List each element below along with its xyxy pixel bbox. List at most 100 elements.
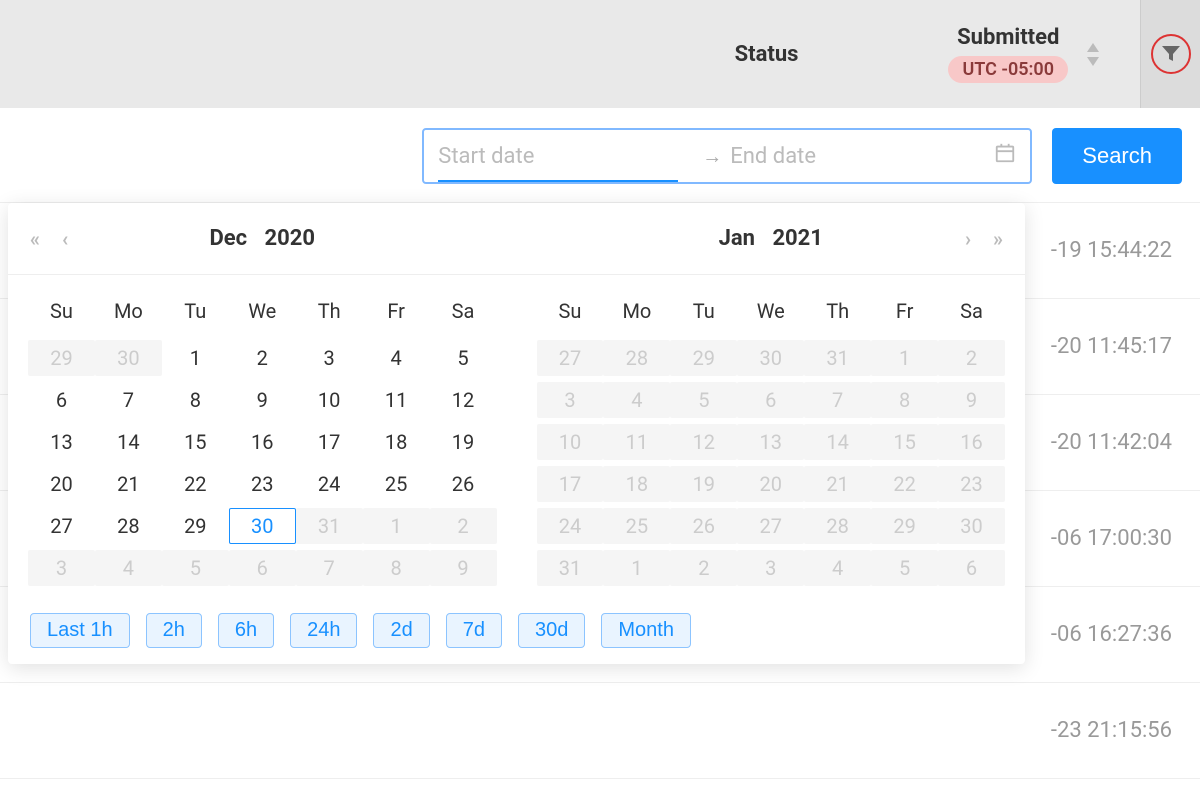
calendar-day[interactable]: 11 — [603, 424, 670, 460]
calendar-day[interactable]: 6 — [938, 550, 1005, 586]
calendar-day[interactable]: 4 — [603, 382, 670, 418]
calendar-day[interactable]: 17 — [296, 424, 363, 460]
calendar-day[interactable]: 1 — [603, 550, 670, 586]
calendar-day[interactable]: 20 — [28, 466, 95, 502]
calendar-day[interactable]: 24 — [537, 508, 604, 544]
calendar-day[interactable]: 29 — [162, 508, 229, 544]
calendar-day[interactable]: 8 — [162, 382, 229, 418]
calendar-day[interactable]: 3 — [537, 382, 604, 418]
calendar-day[interactable]: 8 — [871, 382, 938, 418]
calendar-day[interactable]: 5 — [670, 382, 737, 418]
calendar-day[interactable]: 2 — [229, 340, 296, 376]
calendar-day[interactable]: 3 — [296, 340, 363, 376]
calendar-day[interactable]: 16 — [229, 424, 296, 460]
calendar-day[interactable]: 29 — [670, 340, 737, 376]
preset-button[interactable]: Month — [601, 613, 691, 648]
calendar-day[interactable]: 12 — [430, 382, 497, 418]
calendar-day[interactable]: 31 — [537, 550, 604, 586]
calendar-day[interactable]: 25 — [603, 508, 670, 544]
left-year-label[interactable]: 2020 — [265, 226, 316, 251]
calendar-day[interactable]: 27 — [537, 340, 604, 376]
preset-button[interactable]: 2d — [373, 613, 429, 648]
date-range-input[interactable]: Start date → End date — [422, 128, 1032, 184]
calendar-day[interactable]: 6 — [28, 382, 95, 418]
calendar-day[interactable]: 14 — [804, 424, 871, 460]
calendar-day[interactable]: 27 — [28, 508, 95, 544]
calendar-day[interactable]: 27 — [737, 508, 804, 544]
preset-button[interactable]: 7d — [446, 613, 502, 648]
calendar-day[interactable]: 6 — [737, 382, 804, 418]
status-column-header[interactable]: Status — [735, 42, 799, 67]
preset-button[interactable]: Last 1h — [30, 613, 130, 648]
prev-month-button[interactable]: ‹ — [56, 227, 74, 251]
calendar-day[interactable]: 29 — [28, 340, 95, 376]
calendar-day[interactable]: 23 — [938, 466, 1005, 502]
calendar-day[interactable]: 7 — [804, 382, 871, 418]
calendar-day[interactable]: 4 — [363, 340, 430, 376]
calendar-day[interactable]: 9 — [229, 382, 296, 418]
next-year-button[interactable]: » — [987, 227, 1009, 251]
calendar-day[interactable]: 11 — [363, 382, 430, 418]
next-month-button[interactable]: › — [959, 227, 977, 251]
calendar-day[interactable]: 30 — [938, 508, 1005, 544]
calendar-day[interactable]: 19 — [670, 466, 737, 502]
calendar-day[interactable]: 18 — [363, 424, 430, 460]
calendar-day[interactable]: 21 — [95, 466, 162, 502]
calendar-day[interactable]: 31 — [296, 508, 363, 544]
left-month-label[interactable]: Dec — [209, 226, 247, 251]
calendar-day[interactable]: 10 — [296, 382, 363, 418]
calendar-day[interactable]: 13 — [28, 424, 95, 460]
calendar-day[interactable]: 2 — [670, 550, 737, 586]
preset-button[interactable]: 30d — [518, 613, 585, 648]
calendar-day[interactable]: 5 — [430, 340, 497, 376]
sort-icon[interactable] — [1086, 43, 1100, 66]
calendar-day[interactable]: 2 — [938, 340, 1005, 376]
calendar-day[interactable]: 30 — [737, 340, 804, 376]
calendar-day[interactable]: 4 — [95, 550, 162, 586]
calendar-day[interactable]: 15 — [162, 424, 229, 460]
calendar-day[interactable]: 30 — [229, 508, 296, 544]
calendar-day[interactable]: 28 — [603, 340, 670, 376]
calendar-day[interactable]: 9 — [430, 550, 497, 586]
calendar-day[interactable]: 25 — [363, 466, 430, 502]
calendar-day[interactable]: 7 — [95, 382, 162, 418]
right-month-label[interactable]: Jan — [719, 226, 755, 251]
calendar-day[interactable]: 8 — [363, 550, 430, 586]
right-year-label[interactable]: 2021 — [772, 226, 823, 251]
calendar-day[interactable]: 22 — [162, 466, 229, 502]
calendar-day[interactable]: 28 — [804, 508, 871, 544]
preset-button[interactable]: 24h — [290, 613, 357, 648]
calendar-day[interactable]: 1 — [162, 340, 229, 376]
calendar-day[interactable]: 9 — [938, 382, 1005, 418]
calendar-day[interactable]: 13 — [737, 424, 804, 460]
prev-year-button[interactable]: « — [24, 227, 46, 251]
calendar-day[interactable]: 4 — [804, 550, 871, 586]
calendar-day[interactable]: 16 — [938, 424, 1005, 460]
search-button[interactable]: Search — [1052, 128, 1182, 184]
calendar-day[interactable]: 20 — [737, 466, 804, 502]
calendar-day[interactable]: 5 — [871, 550, 938, 586]
calendar-day[interactable]: 24 — [296, 466, 363, 502]
calendar-day[interactable]: 1 — [871, 340, 938, 376]
calendar-day[interactable]: 1 — [363, 508, 430, 544]
calendar-day[interactable]: 26 — [670, 508, 737, 544]
calendar-day[interactable]: 30 — [95, 340, 162, 376]
calendar-day[interactable]: 29 — [871, 508, 938, 544]
calendar-day[interactable]: 12 — [670, 424, 737, 460]
result-row[interactable]: -23 21:15:56 — [0, 683, 1200, 779]
calendar-day[interactable]: 5 — [162, 550, 229, 586]
calendar-day[interactable]: 14 — [95, 424, 162, 460]
calendar-day[interactable]: 2 — [430, 508, 497, 544]
calendar-day[interactable]: 18 — [603, 466, 670, 502]
calendar-day[interactable]: 15 — [871, 424, 938, 460]
calendar-day[interactable]: 26 — [430, 466, 497, 502]
calendar-day[interactable]: 22 — [871, 466, 938, 502]
submitted-column-header[interactable]: Submitted UTC -05:00 — [948, 25, 1100, 83]
calendar-day[interactable]: 6 — [229, 550, 296, 586]
filter-button[interactable] — [1151, 34, 1191, 74]
calendar-day[interactable]: 31 — [804, 340, 871, 376]
calendar-day[interactable]: 21 — [804, 466, 871, 502]
calendar-day[interactable]: 3 — [737, 550, 804, 586]
calendar-day[interactable]: 17 — [537, 466, 604, 502]
preset-button[interactable]: 2h — [146, 613, 202, 648]
